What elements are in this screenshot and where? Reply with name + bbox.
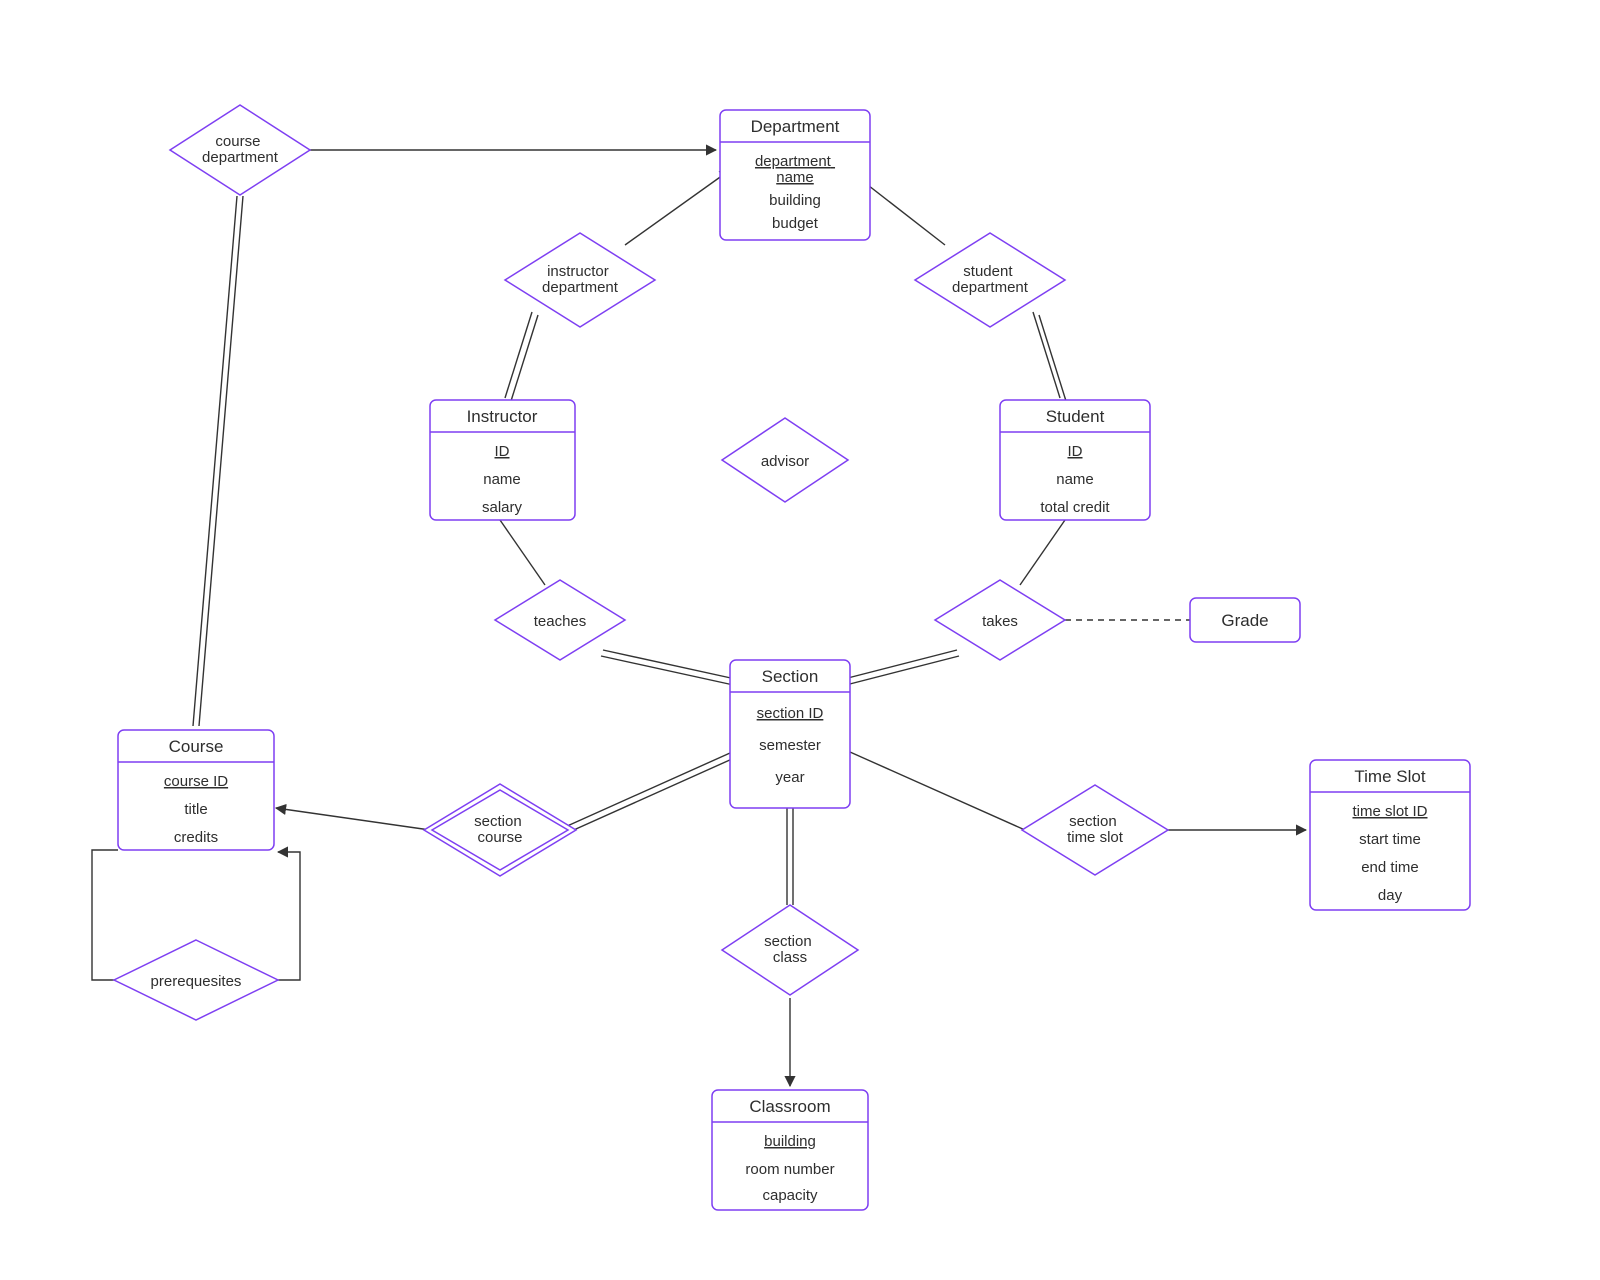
svg-text:teaches: teaches (534, 613, 587, 630)
entity-course-attr-2: credits (174, 829, 218, 846)
relationship-student-department: student department (915, 233, 1065, 327)
relationship-prerequisites: prerequesites (114, 940, 278, 1020)
entity-student-attr-2: total credit (1040, 499, 1110, 516)
edge-studdept-to-student (1033, 312, 1066, 401)
entity-timeslot-title: Time Slot (1354, 767, 1425, 786)
entity-timeslot-attr-1: start time (1359, 831, 1421, 848)
edge-teaches-to-section (601, 650, 740, 686)
entity-section-attr-2: year (775, 769, 804, 786)
svg-text:section time slot: section time slot (1067, 813, 1124, 846)
entity-classroom-attr-0: building (764, 1133, 816, 1150)
edge-sectioncourse-to-course (276, 808, 430, 830)
entity-course: Course course ID title credits (118, 730, 274, 850)
svg-text:advisor: advisor (761, 453, 809, 470)
svg-text:instructor department: instructor department (542, 263, 619, 296)
relationship-section-time-slot: section time slot (1022, 785, 1168, 875)
edge-sectionclass-to-section (787, 808, 793, 905)
relationship-instructor-department: instructor department (505, 233, 655, 327)
entity-department-attr-1: building (769, 192, 821, 209)
edge-prereq-right (274, 852, 300, 980)
entity-course-attr-1: title (184, 801, 207, 818)
edge-takes-to-section (840, 650, 959, 686)
entity-department-title: Department (751, 117, 840, 136)
entity-section-attr-0: section ID (757, 705, 824, 722)
relationship-teaches: teaches (495, 580, 625, 660)
edge-prereq-left (92, 850, 118, 980)
entity-student-attr-1: name (1056, 471, 1094, 488)
entity-section-attr-1: semester (759, 737, 821, 754)
relationship-advisor: advisor (722, 418, 848, 502)
entity-instructor-title: Instructor (467, 407, 538, 426)
entity-course-title: Course (169, 737, 224, 756)
entity-section: Section section ID semester year (730, 660, 850, 808)
entity-timeslot-attr-0: time slot ID (1352, 803, 1427, 820)
entity-course-attr-0: course ID (164, 773, 228, 790)
entity-student: Student ID name total credit (1000, 400, 1150, 520)
svg-text:prerequesites: prerequesites (151, 973, 242, 990)
entity-classroom-attr-1: room number (745, 1161, 834, 1178)
svg-text:takes: takes (982, 613, 1018, 630)
entity-classroom: Classroom building room number capacity (712, 1090, 868, 1210)
edge-takes-to-student (1020, 520, 1065, 585)
entity-time-slot: Time Slot time slot ID start time end ti… (1310, 760, 1470, 910)
entity-classroom-title: Classroom (749, 1097, 830, 1116)
entity-instructor: Instructor ID name salary (430, 400, 575, 520)
entity-timeslot-attr-3: day (1378, 887, 1403, 904)
entity-classroom-attr-2: capacity (762, 1187, 818, 1204)
entity-instructor-attr-0: ID (495, 443, 510, 460)
relationship-section-class: section class (722, 905, 858, 995)
edge-coursedept-to-course (193, 196, 243, 726)
edge-sectiontimeslot-to-section (850, 752, 1025, 830)
svg-text:section course: section course (474, 813, 526, 846)
relationship-course-department: course department (170, 105, 310, 195)
entity-timeslot-attr-2: end time (1361, 859, 1419, 876)
relationship-section-course: section course (424, 784, 576, 876)
entity-section-title: Section (762, 667, 819, 686)
edge-instrdept-to-instructor (505, 312, 538, 401)
entity-instructor-attr-2: salary (482, 499, 523, 516)
entity-department-attr-2: budget (772, 215, 819, 232)
entity-grade-title: Grade (1221, 611, 1268, 630)
entity-instructor-attr-1: name (483, 471, 521, 488)
entity-grade: Grade (1190, 598, 1300, 642)
edge-teaches-to-instructor (500, 520, 545, 585)
entity-student-title: Student (1046, 407, 1105, 426)
relationship-takes: takes (935, 580, 1065, 660)
entity-student-attr-0: ID (1068, 443, 1083, 460)
edge-sectioncourse-to-section (565, 753, 732, 833)
entity-department: Department department name building budg… (720, 110, 870, 240)
edge-instrdept-to-department (625, 170, 730, 245)
